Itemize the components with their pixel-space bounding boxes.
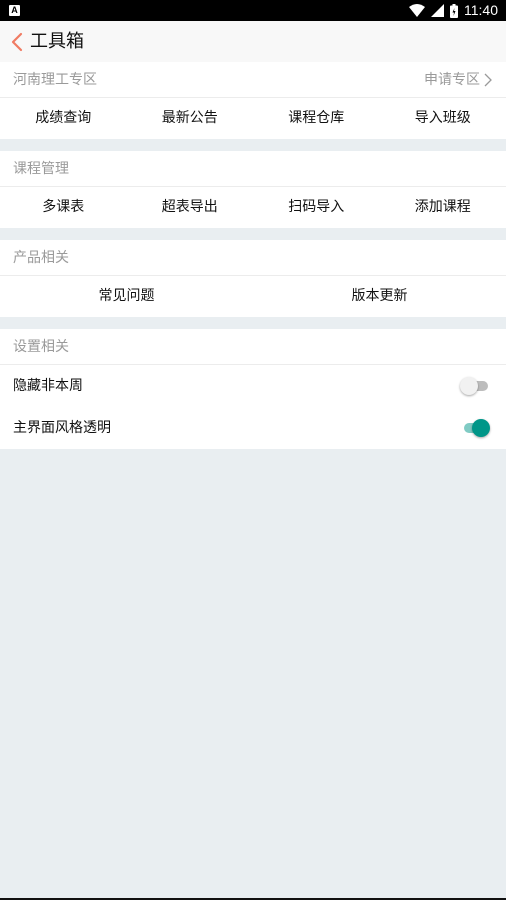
page-title: 工具箱: [30, 31, 84, 52]
wifi-icon: [409, 4, 425, 17]
product-section-header: 产品相关: [0, 240, 506, 276]
apply-zone-link[interactable]: 申请专区: [424, 62, 492, 98]
toggle-knob: [460, 377, 478, 395]
course-management-row: 多课表 超表导出 扫码导入 添加课程: [0, 187, 506, 228]
chevron-right-icon: [484, 73, 492, 87]
transparent-style-row: 主界面风格透明: [0, 407, 506, 449]
transparent-style-toggle[interactable]: [460, 419, 490, 437]
scan-import-button[interactable]: 扫码导入: [253, 187, 380, 228]
hide-non-week-label: 隐藏非本周: [13, 378, 83, 394]
chevron-left-icon[interactable]: [10, 32, 24, 52]
battery-icon: [450, 3, 458, 18]
top-bar: 工具箱: [0, 21, 506, 62]
signal-icon: [431, 4, 444, 17]
multi-schedule-button[interactable]: 多课表: [0, 187, 127, 228]
zone-section-title: 河南理工专区: [13, 72, 97, 88]
product-section-title: 产品相关: [13, 250, 69, 266]
toggle-knob: [472, 419, 490, 437]
course-management-header: 课程管理: [0, 151, 506, 187]
status-time: 11:40: [464, 2, 498, 18]
latest-notice-button[interactable]: 最新公告: [127, 98, 254, 139]
zone-section-header: 河南理工专区 申请专区: [0, 62, 506, 98]
hide-non-week-toggle[interactable]: [460, 377, 490, 395]
transparent-style-label: 主界面风格透明: [13, 420, 111, 436]
version-update-button[interactable]: 版本更新: [253, 276, 506, 317]
import-class-button[interactable]: 导入班级: [380, 98, 506, 139]
course-management-title: 课程管理: [13, 161, 69, 177]
hide-non-week-row: 隐藏非本周: [0, 365, 506, 407]
faq-button[interactable]: 常见问题: [0, 276, 253, 317]
apply-zone-label: 申请专区: [424, 72, 480, 88]
zone-actions-row: 成绩查询 最新公告 课程仓库 导入班级: [0, 98, 506, 139]
grade-query-button[interactable]: 成绩查询: [0, 98, 127, 139]
product-row: 常见问题 版本更新: [0, 276, 506, 317]
status-bar: A 11:40: [0, 0, 506, 21]
export-schedule-button[interactable]: 超表导出: [127, 187, 254, 228]
settings-section-header: 设置相关: [0, 329, 506, 365]
settings-section-title: 设置相关: [13, 339, 69, 355]
course-repository-button[interactable]: 课程仓库: [253, 98, 380, 139]
add-course-button[interactable]: 添加课程: [380, 187, 506, 228]
notification-app-icon: A: [9, 5, 20, 16]
